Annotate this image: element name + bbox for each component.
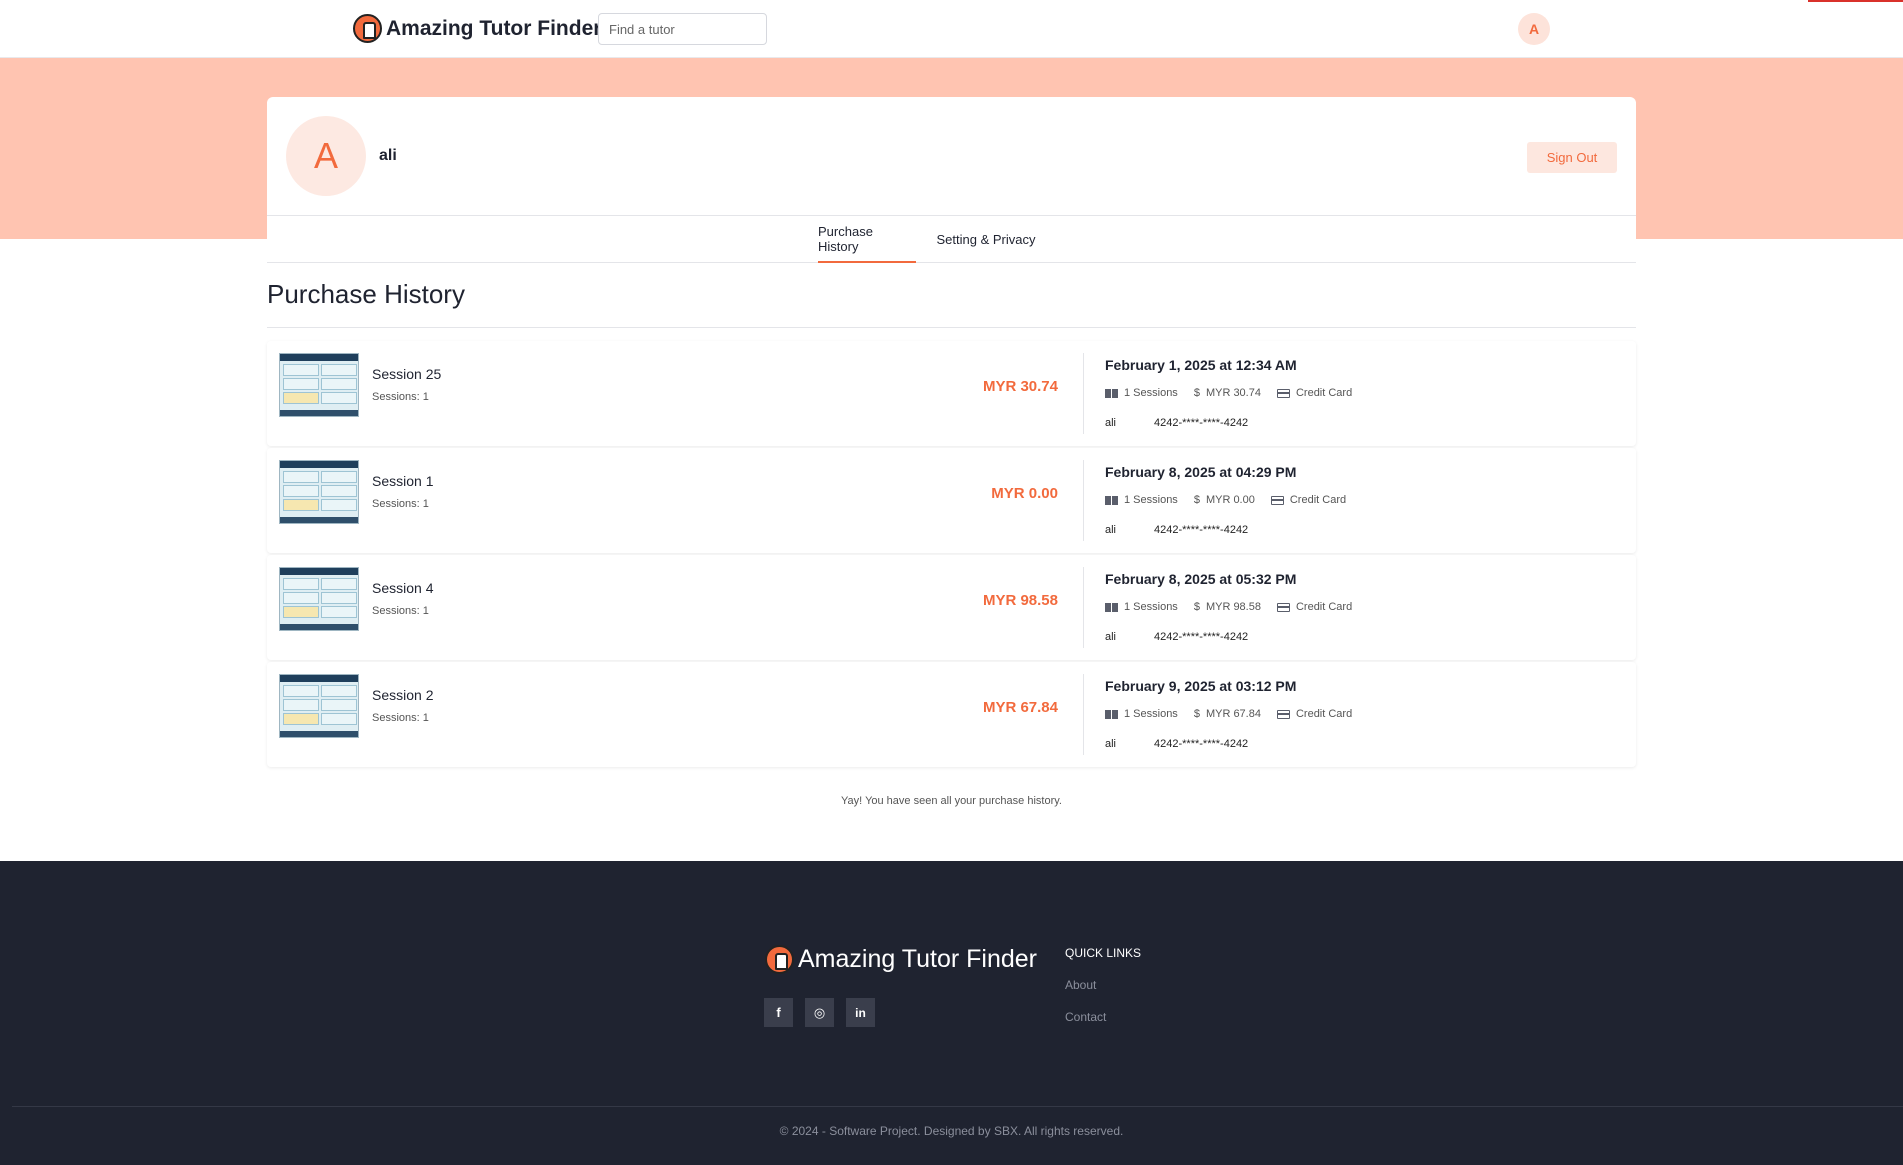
purchase-price: MYR 0.00 (991, 485, 1058, 502)
session-thumbnail (279, 353, 359, 417)
purchase-price: MYR 30.74 (982, 378, 1058, 395)
card-holder: ali (1105, 417, 1117, 429)
footer-link-contact[interactable]: Contact (1065, 1010, 1106, 1024)
purchase-title: Session 2 (372, 687, 434, 703)
session-thumbnail (279, 567, 359, 631)
payment-method: Credit Card (1295, 387, 1353, 399)
credit-card-icon (1276, 602, 1290, 612)
purchase-sessions: Sessions: 1 (372, 605, 429, 617)
sessions-count: 1 Sessions (1124, 708, 1178, 720)
purchase-price: MYR 67.84 (982, 699, 1058, 716)
purchase-date: February 9, 2025 at 03:12 PM (1105, 678, 1297, 694)
top-accent-line (1808, 0, 1903, 2)
book-icon (1105, 709, 1118, 719)
purchase-date: February 8, 2025 at 04:29 PM (1105, 464, 1297, 480)
purchase-title: Session 1 (372, 473, 434, 489)
amount-paid: MYR 67.84 (1205, 708, 1261, 720)
purchase-item[interactable]: Session 25 Sessions: 1 MYR 30.74 Februar… (267, 341, 1636, 446)
purchase-meta: 1 Sessions $ MYR 98.58 Credit Card (1105, 601, 1352, 613)
profile-avatar: A (286, 116, 366, 196)
divider (267, 327, 1636, 328)
profile-card: A ali Sign Out Purchase History Setting … (267, 97, 1636, 263)
footer: Amazing Tutor Finder f ◎ in QUICK LINKS … (0, 861, 1903, 1165)
purchase-date: February 8, 2025 at 05:32 PM (1105, 571, 1297, 587)
end-of-list-note: Yay! You have seen all your purchase his… (841, 795, 1062, 807)
credit-card-icon (1276, 709, 1290, 719)
card-holder: ali (1105, 631, 1117, 643)
profile-username: ali (379, 147, 397, 164)
purchase-item[interactable]: Session 1 Sessions: 1 MYR 0.00 February … (267, 448, 1636, 553)
quick-links-title: QUICK LINKS (1065, 946, 1142, 960)
purchase-sessions: Sessions: 1 (372, 712, 429, 724)
footer-link-about[interactable]: About (1065, 978, 1096, 992)
search-input[interactable] (598, 13, 767, 45)
logo-icon (353, 14, 382, 43)
purchase-item[interactable]: Session 4 Sessions: 1 MYR 98.58 February… (267, 555, 1636, 660)
payment-method: Credit Card (1295, 708, 1353, 720)
purchase-date: February 1, 2025 at 12:34 AM (1105, 357, 1297, 373)
card-number: 4242-****-****-4242 (1154, 631, 1249, 643)
sessions-count: 1 Sessions (1124, 387, 1178, 399)
top-navbar: Amazing Tutor Finder A (0, 0, 1903, 58)
purchase-sessions: Sessions: 1 (372, 391, 429, 403)
credit-card-icon (1276, 388, 1290, 398)
divider (1083, 460, 1084, 541)
amount-paid: MYR 30.74 (1205, 387, 1261, 399)
card-number: 4242-****-****-4242 (1154, 524, 1249, 536)
amount-paid: MYR 0.00 (1205, 494, 1255, 506)
purchase-meta: 1 Sessions $ MYR 30.74 Credit Card (1105, 387, 1352, 399)
sign-out-button[interactable]: Sign Out (1527, 142, 1617, 173)
sessions-count: 1 Sessions (1124, 601, 1178, 613)
dollar-icon: $ (1193, 387, 1200, 399)
session-thumbnail (279, 674, 359, 738)
social-links: f ◎ in (764, 998, 875, 1027)
divider (1083, 674, 1084, 755)
book-icon (1105, 388, 1118, 398)
brand-link[interactable]: Amazing Tutor Finder (353, 14, 601, 43)
facebook-icon[interactable]: f (764, 998, 793, 1027)
amount-paid: MYR 98.58 (1205, 601, 1261, 613)
dollar-icon: $ (1193, 708, 1200, 720)
card-holder: ali (1105, 524, 1117, 536)
tab-setting-privacy[interactable]: Setting & Privacy (930, 216, 1042, 263)
brand-name: Amazing Tutor Finder (386, 16, 602, 40)
user-avatar-button[interactable]: A (1518, 13, 1550, 45)
purchase-meta: 1 Sessions $ MYR 0.00 Credit Card (1105, 494, 1346, 506)
purchase-title: Session 25 (372, 366, 442, 382)
card-number: 4242-****-****-4242 (1154, 417, 1249, 429)
payment-method: Credit Card (1289, 494, 1347, 506)
footer-brand[interactable]: Amazing Tutor Finder (765, 945, 1037, 974)
credit-card-icon (1270, 495, 1284, 505)
session-thumbnail (279, 460, 359, 524)
book-icon (1105, 495, 1118, 505)
purchase-price: MYR 98.58 (982, 592, 1058, 609)
footer-brand-name: Amazing Tutor Finder (798, 945, 1037, 973)
footer-divider (12, 1106, 1903, 1107)
book-icon (1105, 602, 1118, 612)
divider (1083, 353, 1084, 434)
purchase-meta: 1 Sessions $ MYR 67.84 Credit Card (1105, 708, 1352, 720)
divider (1083, 567, 1084, 648)
page-title: Purchase History (267, 279, 465, 309)
purchase-item[interactable]: Session 2 Sessions: 1 MYR 67.84 February… (267, 662, 1636, 767)
sessions-count: 1 Sessions (1124, 494, 1178, 506)
dollar-icon: $ (1193, 494, 1200, 506)
dollar-icon: $ (1193, 601, 1200, 613)
payment-method: Credit Card (1295, 601, 1353, 613)
logo-icon (765, 945, 794, 974)
card-number: 4242-****-****-4242 (1154, 738, 1249, 750)
purchase-sessions: Sessions: 1 (372, 498, 429, 510)
copyright-text: © 2024 - Software Project. Designed by S… (779, 1124, 1124, 1138)
card-holder: ali (1105, 738, 1117, 750)
purchase-title: Session 4 (372, 580, 434, 596)
tab-purchase-history[interactable]: Purchase History (818, 216, 916, 263)
instagram-icon[interactable]: ◎ (805, 998, 834, 1027)
profile-tabs: Purchase History Setting & Privacy (267, 215, 1636, 263)
linkedin-icon[interactable]: in (846, 998, 875, 1027)
